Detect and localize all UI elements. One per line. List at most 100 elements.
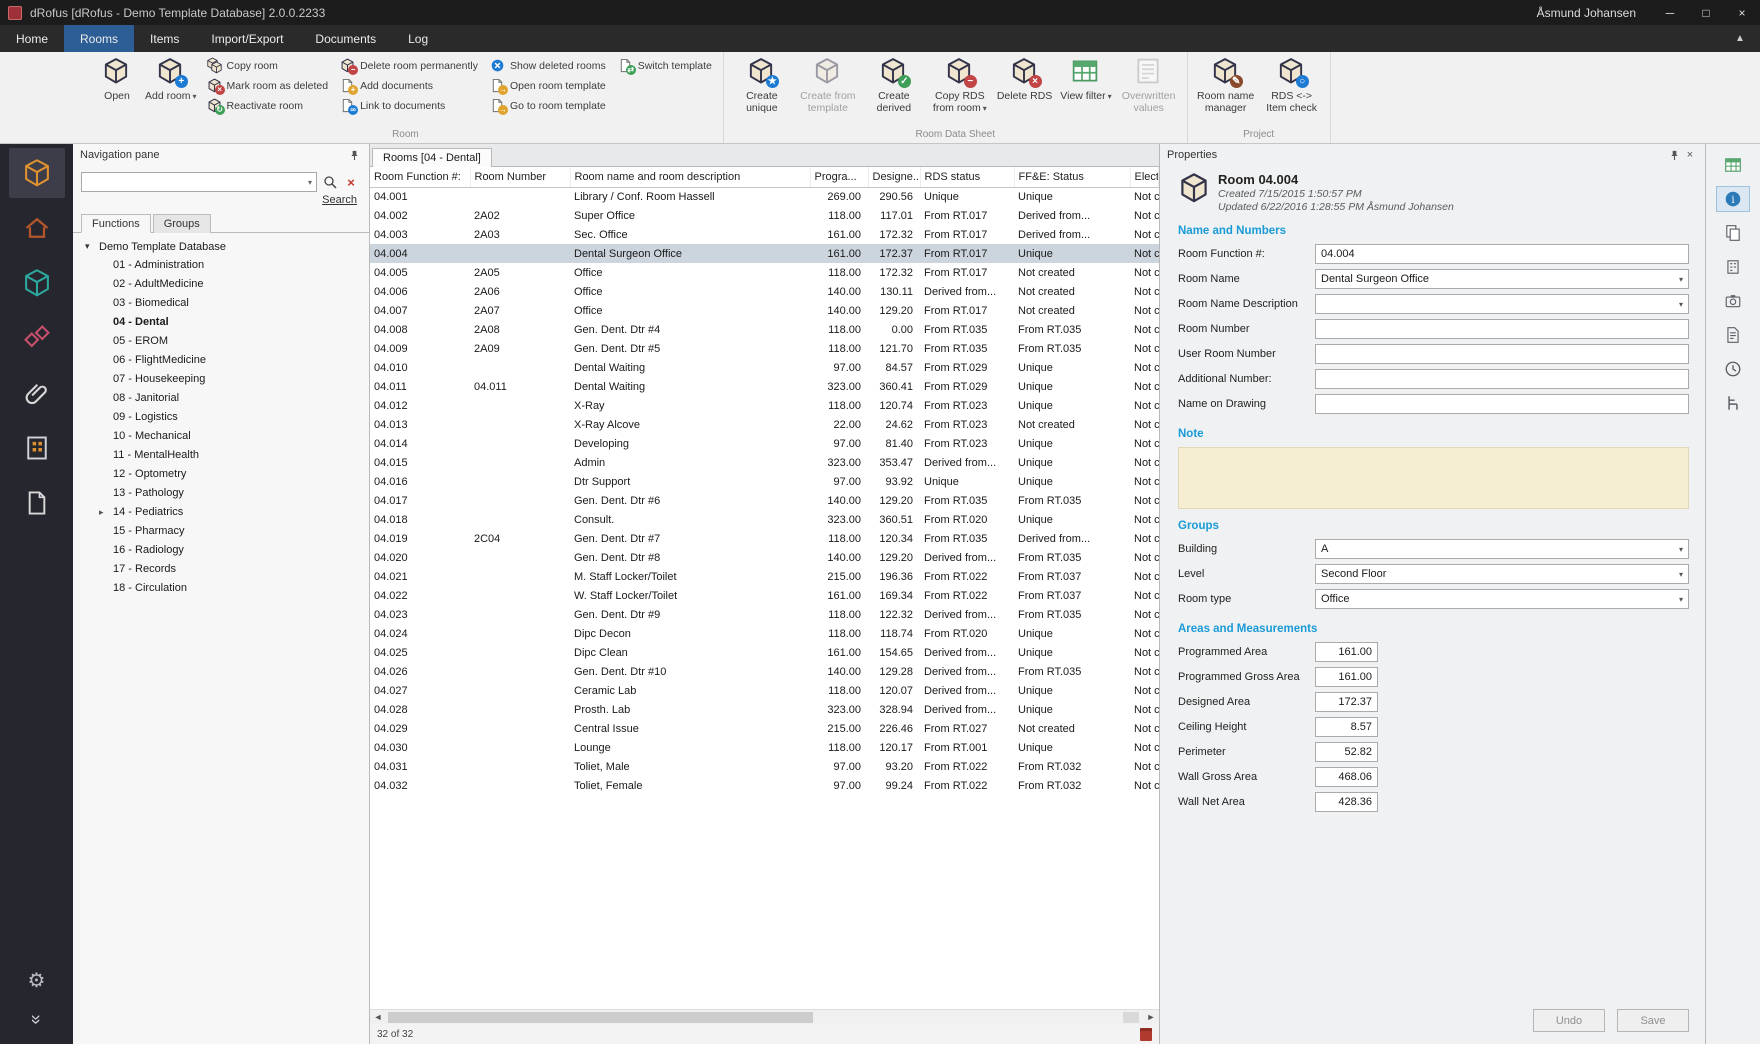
search-link[interactable]: Search — [322, 194, 357, 206]
scroll-left-icon[interactable]: ◄ — [370, 1012, 386, 1022]
tree-item-05-erom[interactable]: 05 - EROM — [73, 332, 369, 351]
field-room-number[interactable] — [1315, 319, 1689, 339]
column-header-progra[interactable]: Progra... — [810, 167, 868, 187]
pages-icon[interactable] — [1716, 322, 1750, 348]
table-row[interactable]: 04.021M. Staff Locker/Toilet215.00196.36… — [370, 567, 1159, 586]
documents-icon[interactable] — [9, 478, 65, 528]
ribbon-create-from-template-button[interactable]: Create from template — [796, 54, 860, 114]
field-designed-area[interactable]: 172.37 — [1315, 692, 1378, 712]
column-header-rds-status[interactable]: RDS status — [920, 167, 1014, 187]
table-row[interactable]: 04.0082A08Gen. Dent. Dtr #4118.000.00Fro… — [370, 320, 1159, 339]
column-header-room-function[interactable]: Room Function #: — [370, 167, 470, 187]
buildings-icon[interactable] — [9, 423, 65, 473]
table-row[interactable]: 04.015Admin323.00353.47Derived from...Un… — [370, 453, 1159, 472]
nav-tab-groups[interactable]: Groups — [153, 214, 211, 233]
collapse-ribbon-icon[interactable]: ▲ — [1720, 25, 1760, 52]
table-row[interactable]: 04.0022A02Super Office118.00117.01From R… — [370, 206, 1159, 225]
column-header-designe[interactable]: Designe... — [868, 167, 920, 187]
tree-item-14-pediatrics[interactable]: ▸14 - Pediatrics — [73, 503, 369, 522]
search-icon[interactable] — [322, 175, 338, 189]
table-row[interactable]: 04.004Dental Surgeon Office161.00172.37F… — [370, 244, 1159, 263]
tree-item-02-adultmedicine[interactable]: 02 - AdultMedicine — [73, 275, 369, 294]
ribbon-create-unique-button[interactable]: ★Create unique — [730, 54, 794, 114]
tree-item-10-mechanical[interactable]: 10 - Mechanical — [73, 427, 369, 446]
tree-root-item[interactable]: ▾Demo Template Database — [73, 237, 369, 256]
maximize-button[interactable]: □ — [1688, 0, 1724, 25]
table-row[interactable]: 04.01104.011Dental Waiting323.00360.41Fr… — [370, 377, 1159, 396]
ribbon-copy-rds-from-room-button[interactable]: −Copy RDS from room▾ — [928, 54, 992, 114]
scrollbar-track[interactable] — [386, 1010, 1119, 1024]
table-row[interactable]: 04.024Dipc Decon118.00118.74From RT.020U… — [370, 624, 1159, 643]
ribbon-open-room-template-button[interactable]: →Open room template — [485, 76, 611, 95]
field-user-room-number[interactable] — [1315, 344, 1689, 364]
table-row[interactable]: 04.023Gen. Dent. Dtr #9118.00122.32Deriv… — [370, 605, 1159, 624]
field-room-name-description[interactable]: ▾ — [1315, 294, 1689, 314]
ribbon-create-derived-button[interactable]: ✓Create derived — [862, 54, 926, 114]
field-ceiling-height[interactable]: 8.57 — [1315, 717, 1378, 737]
column-header-room-number[interactable]: Room Number — [470, 167, 570, 187]
table-row[interactable]: 04.030Lounge118.00120.17From RT.001Uniqu… — [370, 738, 1159, 757]
horizontal-scrollbar[interactable]: ◄ ► — [370, 1009, 1159, 1024]
field-name-on-drawing[interactable] — [1315, 394, 1689, 414]
ribbon-show-deleted-rooms-button[interactable]: Show deleted rooms — [485, 56, 611, 75]
ribbon-go-to-room-template-button[interactable]: →Go to room template — [485, 96, 611, 115]
expander-icon[interactable]: ▸ — [99, 503, 113, 522]
tree-item-04-dental[interactable]: 04 - Dental — [73, 313, 369, 332]
search-history-caret-icon[interactable]: ▾ — [308, 178, 312, 187]
expand-icon[interactable]: » — [9, 1002, 65, 1036]
tree-item-12-optometry[interactable]: 12 - Optometry — [73, 465, 369, 484]
clear-search-icon[interactable]: × — [343, 175, 359, 190]
info-icon[interactable]: i — [1716, 186, 1750, 212]
ribbon-mark-room-as-deleted-button[interactable]: ×Mark room as deleted — [202, 76, 334, 95]
ribbon-copy-room-button[interactable]: Copy room — [202, 56, 334, 75]
attachments-icon[interactable] — [9, 368, 65, 418]
table-row[interactable]: 04.0032A03Sec. Office161.00172.32From RT… — [370, 225, 1159, 244]
ribbon-delete-room-permanently-button[interactable]: −Delete room permanently — [335, 56, 483, 75]
field-room-function[interactable]: 04.004 — [1315, 244, 1689, 264]
save-button[interactable]: Save — [1617, 1009, 1689, 1032]
table-row[interactable]: 04.020Gen. Dent. Dtr #8140.00129.20Deriv… — [370, 548, 1159, 567]
table-row[interactable]: 04.025Dipc Clean161.00154.65Derived from… — [370, 643, 1159, 662]
field-wall-gross-area[interactable]: 468.06 — [1315, 767, 1378, 787]
field-room-name[interactable]: Dental Surgeon Office▾ — [1315, 269, 1689, 289]
column-header-ff-e-status[interactable]: FF&E: Status — [1014, 167, 1130, 187]
ribbon-room-name-manager-button[interactable]: ✎Room name manager — [1194, 54, 1258, 114]
table-row[interactable]: 04.028Prosth. Lab323.00328.94Derived fro… — [370, 700, 1159, 719]
field-wall-net-area[interactable]: 428.36 — [1315, 792, 1378, 812]
tree-item-03-biomedical[interactable]: 03 - Biomedical — [73, 294, 369, 313]
ribbon-link-to-documents-button[interactable]: ∞Link to documents — [335, 96, 483, 115]
table-row[interactable]: 04.017Gen. Dent. Dtr #6140.00129.20From … — [370, 491, 1159, 510]
table-row[interactable]: 04.031Toliet, Male97.0093.20From RT.022F… — [370, 757, 1159, 776]
ribbon-rds-item-check-button[interactable]: ○RDS <-> Item check — [1260, 54, 1324, 114]
scrollbar-thumb[interactable] — [388, 1012, 813, 1023]
tree-item-08-janitorial[interactable]: 08 - Janitorial — [73, 389, 369, 408]
ribbon-view-filter-button[interactable]: View filter▾ — [1057, 54, 1114, 103]
table-row[interactable]: 04.022W. Staff Locker/Toilet161.00169.34… — [370, 586, 1159, 605]
ribbon-delete-rds-button[interactable]: ×Delete RDS — [994, 54, 1055, 103]
room-list-icon[interactable] — [9, 203, 65, 253]
copy-icon[interactable] — [1716, 220, 1750, 246]
table-row[interactable]: 04.032Toliet, Female97.0099.24From RT.02… — [370, 776, 1159, 795]
tree-item-13-pathology[interactable]: 13 - Pathology — [73, 484, 369, 503]
tree-item-11-mentalhealth[interactable]: 11 - MentalHealth — [73, 446, 369, 465]
table-row[interactable]: 04.018Consult.323.00360.51From RT.020Uni… — [370, 510, 1159, 529]
tree-item-17-records[interactable]: 17 - Records — [73, 560, 369, 579]
note-field[interactable] — [1178, 447, 1689, 509]
table-row[interactable]: 04.012X-Ray118.00120.74From RT.023Unique… — [370, 396, 1159, 415]
chevron-down-icon[interactable]: ▾ — [1679, 570, 1683, 579]
field-building[interactable]: A▾ — [1315, 539, 1689, 559]
rooms-document-tab[interactable]: Rooms [04 - Dental] — [372, 148, 492, 167]
tab-log[interactable]: Log — [392, 25, 444, 52]
table-row[interactable]: 04.016Dtr Support97.0093.92UniqueUniqueN… — [370, 472, 1159, 491]
search-input[interactable]: ▾ — [81, 172, 317, 192]
field-additional-number[interactable] — [1315, 369, 1689, 389]
tree-item-09-logistics[interactable]: 09 - Logistics — [73, 408, 369, 427]
ribbon-add-documents-button[interactable]: +Add documents — [335, 76, 483, 95]
tree-item-15-pharmacy[interactable]: 15 - Pharmacy — [73, 522, 369, 541]
tab-items[interactable]: Items — [134, 25, 195, 52]
tab-documents[interactable]: Documents — [299, 25, 392, 52]
datasheet-icon[interactable] — [1716, 152, 1750, 178]
chevron-down-icon[interactable]: ▾ — [1679, 595, 1683, 604]
scroll-right-icon[interactable]: ► — [1143, 1012, 1159, 1022]
chevron-down-icon[interactable]: ▾ — [1679, 545, 1683, 554]
